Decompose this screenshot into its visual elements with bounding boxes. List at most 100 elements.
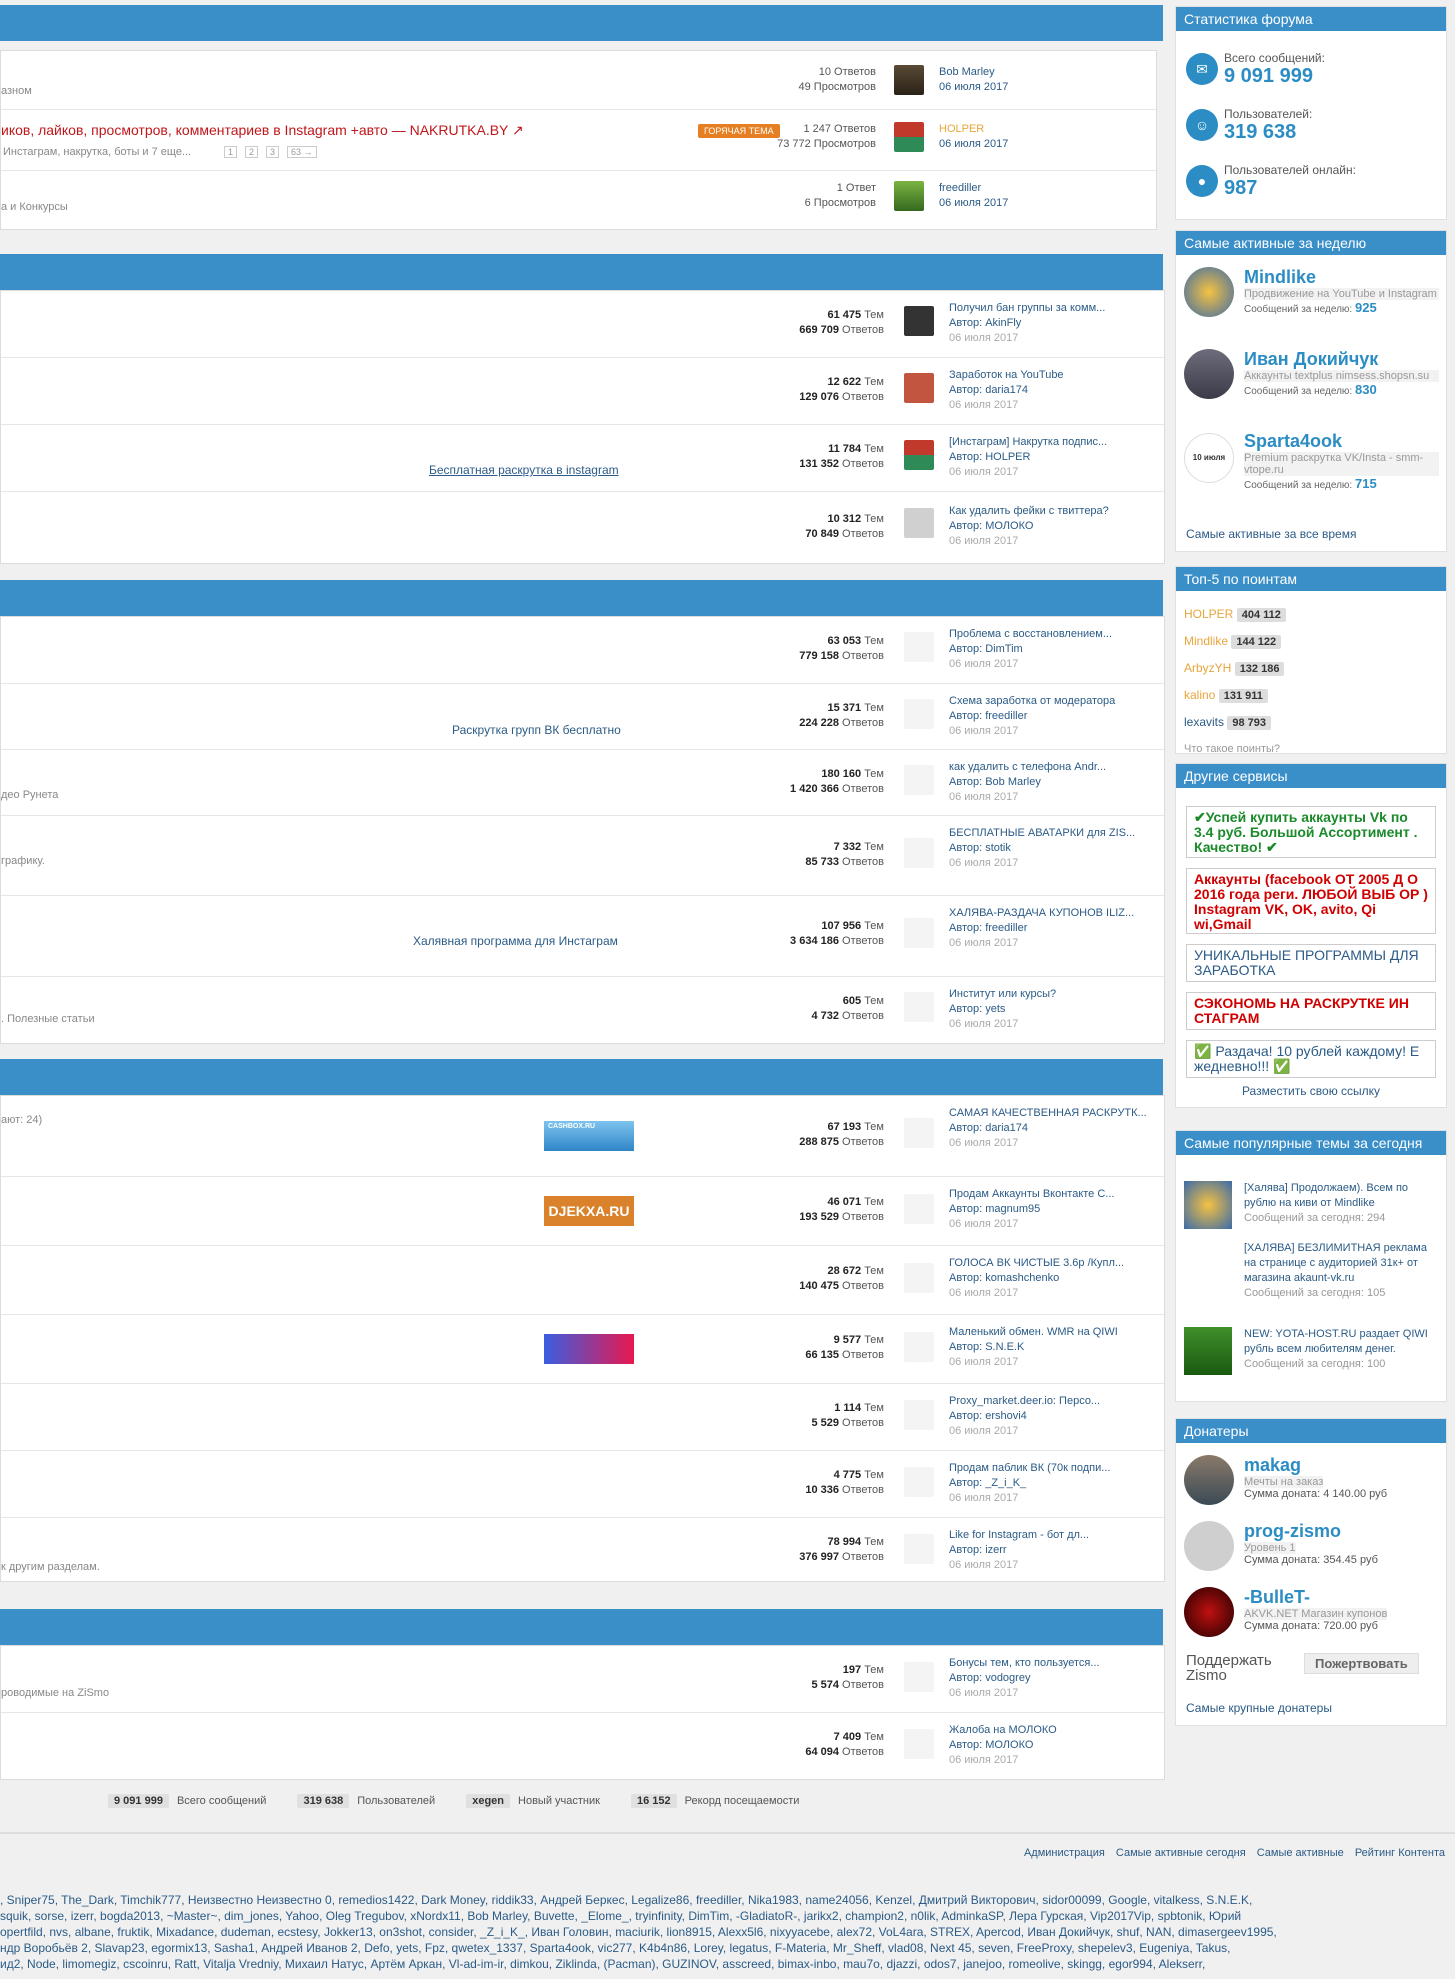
- forum-row[interactable]: Халявная программа для Инстаграм 107 956…: [1, 896, 1164, 977]
- forum-row[interactable]: 61 475 Тем 669 709 Ответов Получил бан гр…: [1, 291, 1164, 358]
- points-help-link[interactable]: Что такое поинты?: [1184, 736, 1286, 762]
- online-users-line[interactable]: squik, sorse, izerr, bogda2013, ~Master~…: [0, 1908, 1455, 1924]
- stat-value[interactable]: xegen: [466, 1794, 511, 1808]
- topic-title[interactable]: NEW: YOTA-HOST.RU раздает QIWI рубль все…: [1244, 1327, 1439, 1357]
- avatar[interactable]: [904, 1662, 934, 1692]
- footer-link-rating[interactable]: Рейтинг Контента: [1355, 1847, 1445, 1859]
- avatar[interactable]: [904, 1467, 934, 1497]
- last-title[interactable]: Заработок на YouTube: [949, 368, 1149, 383]
- avatar[interactable]: [904, 306, 934, 336]
- donor-name[interactable]: -BulleT-: [1244, 1587, 1439, 1608]
- avatar[interactable]: [1184, 267, 1234, 317]
- top-donors-link[interactable]: Самые крупные донатеры: [1186, 1701, 1332, 1715]
- forum-row[interactable]: DJEKXA.RU 46 071 Тем 193 529 Ответов Прод…: [1, 1177, 1164, 1246]
- avatar[interactable]: [904, 1729, 934, 1759]
- last-title[interactable]: Маленький обмен. WMR на QIWI: [949, 1325, 1149, 1340]
- footer-link-admin[interactable]: Администрация: [1024, 1847, 1105, 1859]
- forum-ad-link[interactable]: Халявная программа для Инстаграм: [413, 934, 618, 948]
- avatar[interactable]: [894, 122, 924, 152]
- topic-title[interactable]: [ХАЛЯВА] БЕЗЛИМИТНАЯ реклама на странице…: [1244, 1241, 1439, 1286]
- last-user[interactable]: freediller: [939, 181, 1139, 196]
- gradient-banner[interactable]: [544, 1334, 634, 1364]
- djekxa-banner[interactable]: DJEKXA.RU: [544, 1196, 634, 1226]
- forum-row[interactable]: 9 577 Тем 66 135 Ответов Маленький обмен.…: [1, 1315, 1164, 1384]
- donor-name[interactable]: prog-zismo: [1244, 1521, 1439, 1542]
- online-users-line[interactable]: , Sniper75, The_Dark, Timchik777, Неизве…: [0, 1892, 1455, 1908]
- avatar[interactable]: [904, 440, 934, 470]
- last-title[interactable]: Институт или курсы?: [949, 987, 1149, 1002]
- avatar[interactable]: [894, 181, 924, 211]
- donate-button[interactable]: Пожертвовать: [1304, 1653, 1419, 1674]
- avatar[interactable]: [904, 632, 934, 662]
- avatar[interactable]: [904, 992, 934, 1022]
- last-title[interactable]: [Инстаграм] Накрутка подпис...: [949, 435, 1149, 450]
- page-link[interactable]: 1: [224, 146, 238, 158]
- footer-link-active[interactable]: Самые активные: [1257, 1847, 1344, 1859]
- service-link[interactable]: Аккаунты (facebook ОТ 2005 Д О 2016 года…: [1186, 868, 1436, 934]
- page-link[interactable]: 3: [266, 146, 280, 158]
- avatar[interactable]: [1184, 349, 1234, 399]
- last-title[interactable]: как удалить с телефона Andr...: [949, 760, 1149, 775]
- last-user[interactable]: HOLPER: [939, 122, 1139, 137]
- top5-item[interactable]: kalino 131 911: [1184, 682, 1286, 709]
- avatar[interactable]: [1184, 1181, 1232, 1229]
- forum-row[interactable]: к другим разделам. 78 994 Тем 376 997 Отв…: [1, 1518, 1164, 1581]
- forum-row[interactable]: роводимые на ZiSmo 197 Тем 5 574 Ответов …: [1, 1646, 1164, 1713]
- page-link[interactable]: 2: [245, 146, 259, 158]
- last-title[interactable]: САМАЯ КАЧЕСТВЕННАЯ РАСКРУТК...: [949, 1106, 1149, 1121]
- forum-row[interactable]: . Полезные статьи 605 Тем 4 732 Ответов И…: [1, 977, 1164, 1043]
- avatar[interactable]: 10 июля: [1184, 433, 1234, 483]
- last-title[interactable]: Получил бан группы за комм...: [949, 301, 1149, 316]
- last-title[interactable]: Продам паблик ВК (70к подпи...: [949, 1461, 1149, 1476]
- avatar[interactable]: [1184, 1327, 1232, 1375]
- last-user[interactable]: Bob Marley: [939, 65, 1139, 80]
- forum-ad-link[interactable]: Раскрутка групп ВК бесплатно: [452, 723, 621, 737]
- service-link[interactable]: УНИКАЛЬНЫЕ ПРОГРАММЫ ДЛЯ ЗАРАБОТКА: [1186, 944, 1436, 982]
- forum-ad-link[interactable]: Бесплатная раскрутка в instagram: [429, 463, 619, 477]
- last-title[interactable]: Like for Instagram - бот дл...: [949, 1528, 1149, 1543]
- service-link[interactable]: ✅ Раздача! 10 рублей каждому! Е жедневно…: [1186, 1040, 1436, 1078]
- place-link[interactable]: Разместить свою ссылку: [1176, 1084, 1446, 1098]
- last-title[interactable]: Продам Аккаунты Вконтакте С...: [949, 1187, 1149, 1202]
- forum-row[interactable]: 12 622 Тем 129 076 Ответов Заработок на Y…: [1, 358, 1164, 425]
- top5-item[interactable]: ArbyzYH 132 186: [1184, 655, 1286, 682]
- thread-row[interactable]: азном 10 Ответов 49 Просмотров Bob Marle…: [1, 51, 1156, 110]
- forum-row[interactable]: 4 775 Тем 10 336 Ответов Продам паблик ВК…: [1, 1451, 1164, 1518]
- last-title[interactable]: Схема заработка от модератора: [949, 694, 1149, 709]
- last-title[interactable]: ГОЛОСА ВК ЧИСТЫЕ 3.6р /Купл...: [949, 1256, 1149, 1271]
- avatar[interactable]: [894, 65, 924, 95]
- avatar[interactable]: [1184, 1241, 1232, 1289]
- thread-row[interactable]: а и Конкурсы 1 Ответ 6 Просмотров freedi…: [1, 171, 1156, 229]
- avatar[interactable]: [904, 699, 934, 729]
- forum-row[interactable]: ают: 24) CASHBOX.RU 67 193 Тем 288 875 От…: [1, 1096, 1164, 1177]
- footer-link-active-today[interactable]: Самые активные сегодня: [1116, 1847, 1246, 1859]
- forum-row[interactable]: Бесплатная раскрутка в instagram 11 784 …: [1, 425, 1164, 492]
- last-title[interactable]: Проблема с восстановлением...: [949, 627, 1149, 642]
- avatar[interactable]: [904, 1263, 934, 1293]
- last-title[interactable]: Жалоба на МОЛОКО: [949, 1723, 1149, 1738]
- cashbox-banner[interactable]: CASHBOX.RU: [544, 1121, 634, 1151]
- thread-title[interactable]: иков, лайков, просмотров, комментариев в…: [1, 122, 524, 139]
- avatar[interactable]: [904, 838, 934, 868]
- avatar[interactable]: [904, 373, 934, 403]
- avatar[interactable]: [904, 1400, 934, 1430]
- online-users-line[interactable]: ндр Воробьёв 2, Slavap23, egormix13, Sas…: [0, 1940, 1455, 1956]
- last-title[interactable]: Бонусы тем, кто пользуется...: [949, 1656, 1149, 1671]
- top5-item[interactable]: HOLPER 404 112: [1184, 601, 1286, 628]
- online-users-line[interactable]: opertfild, nvs, albane, fruktik, Mixadan…: [0, 1924, 1455, 1940]
- avatar[interactable]: [1184, 1521, 1234, 1571]
- topic-title[interactable]: [Халява] Продолжаем). Всем по рублю на к…: [1244, 1181, 1439, 1211]
- top5-item[interactable]: Mindlike 144 122: [1184, 628, 1286, 655]
- avatar[interactable]: [1184, 1587, 1234, 1637]
- forum-row[interactable]: 10 312 Тем 70 849 Ответов Как удалить фей…: [1, 492, 1164, 562]
- avatar[interactable]: [904, 765, 934, 795]
- top5-item[interactable]: lexavits 98 793: [1184, 709, 1286, 736]
- forum-row[interactable]: 28 672 Тем 140 475 Ответов ГОЛОСА ВК ЧИСТ…: [1, 1246, 1164, 1315]
- last-title[interactable]: БЕСПЛАТНЫЕ АВАТАРКИ для ZIS...: [949, 826, 1149, 841]
- avatar[interactable]: [1184, 1455, 1234, 1505]
- page-link[interactable]: 63 →: [287, 146, 317, 158]
- donor-name[interactable]: makag: [1244, 1455, 1439, 1476]
- avatar[interactable]: [904, 1534, 934, 1564]
- service-link[interactable]: ✔Успей купить аккаунты Vk по 3.4 руб. Бо…: [1186, 806, 1436, 858]
- online-users-line[interactable]: ид2, Node, limomegiz, cscoinru, Ratt, Vi…: [0, 1956, 1455, 1972]
